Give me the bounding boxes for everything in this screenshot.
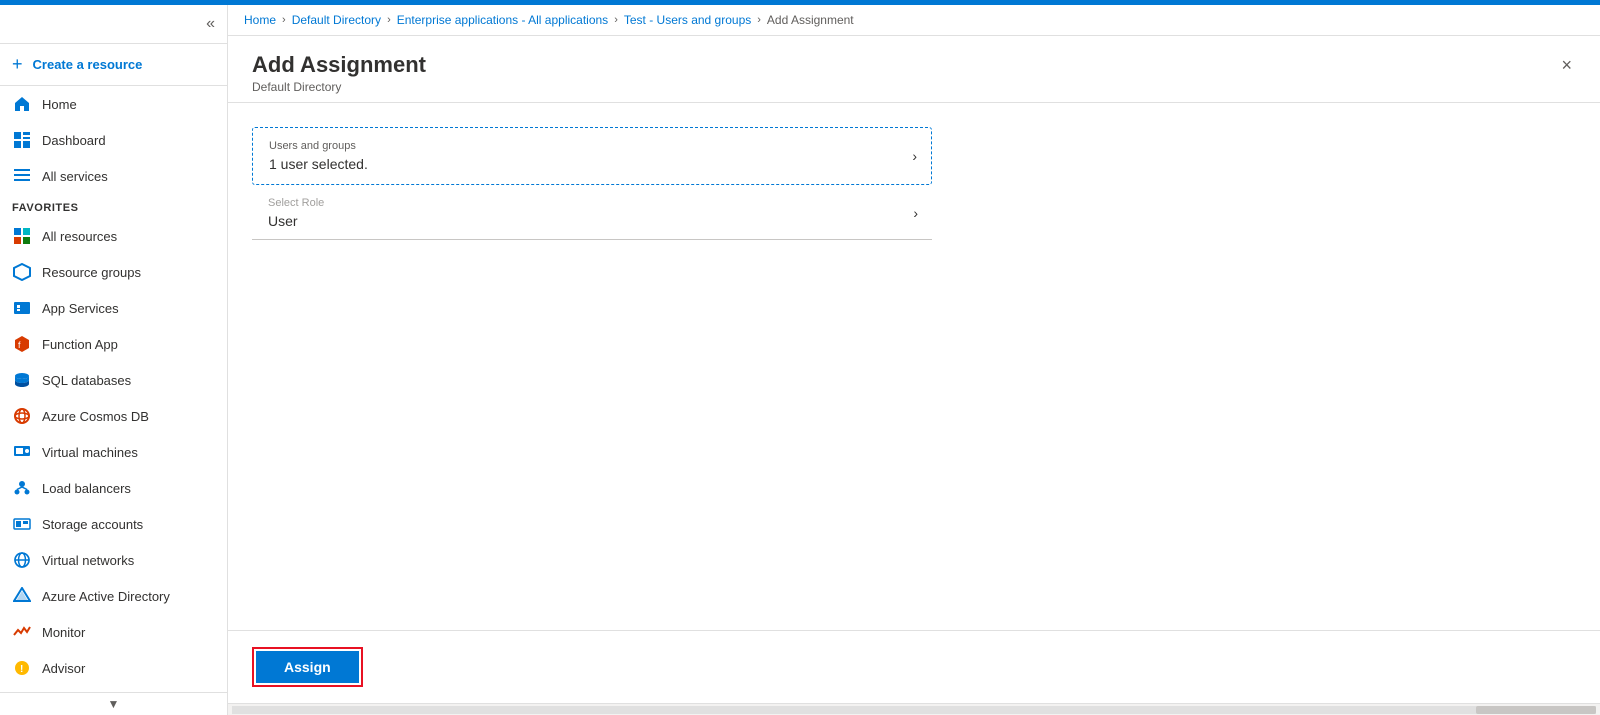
panel-title: Add Assignment	[252, 52, 426, 78]
panel-footer: Assign	[228, 630, 1600, 703]
users-and-groups-label: Users and groups	[269, 140, 891, 152]
select-role-label: Select Role	[268, 197, 892, 209]
all-resources-icon	[12, 226, 32, 246]
sidebar-dashboard-label: Dashboard	[42, 133, 106, 148]
assign-button-wrapper: Assign	[252, 647, 363, 687]
sidebar-item-storage-accounts[interactable]: Storage accounts	[0, 506, 227, 542]
breadcrumb: Home › Default Directory › Enterprise ap…	[228, 5, 1600, 36]
users-and-groups-box[interactable]: Users and groups 1 user selected. ›	[252, 127, 932, 185]
virtual-networks-icon	[12, 550, 32, 570]
breadcrumb-home[interactable]: Home	[244, 13, 276, 27]
monitor-icon	[12, 622, 32, 642]
sidebar-cosmos-db-label: Azure Cosmos DB	[42, 409, 149, 424]
cosmos-db-icon	[12, 406, 32, 426]
bottom-scroll-thumb	[1476, 706, 1596, 714]
sidebar-item-virtual-networks[interactable]: Virtual networks	[0, 542, 227, 578]
sidebar-virtual-networks-label: Virtual networks	[42, 553, 134, 568]
sidebar-item-monitor[interactable]: Monitor	[0, 614, 227, 650]
breadcrumb-test-users-groups[interactable]: Test - Users and groups	[624, 13, 751, 27]
svg-text:!: !	[20, 664, 23, 675]
sidebar-function-app-label: Function App	[42, 337, 118, 352]
create-resource-button[interactable]: + Create a resource	[0, 44, 227, 86]
sidebar-sql-databases-label: SQL databases	[42, 373, 131, 388]
breadcrumb-sep-2: ›	[387, 14, 391, 26]
function-app-icon: f	[12, 334, 32, 354]
main-content: Home › Default Directory › Enterprise ap…	[228, 5, 1600, 715]
create-resource-label: Create a resource	[33, 57, 143, 72]
users-and-groups-value: 1 user selected.	[269, 156, 891, 172]
azure-active-directory-icon	[12, 586, 32, 606]
sidebar-azure-active-directory-label: Azure Active Directory	[42, 589, 170, 604]
sidebar-item-load-balancers[interactable]: Load balancers	[0, 470, 227, 506]
dashboard-icon	[12, 130, 32, 150]
breadcrumb-add-assignment: Add Assignment	[767, 13, 854, 27]
home-icon	[12, 94, 32, 114]
sidebar-item-virtual-machines[interactable]: Virtual machines	[0, 434, 227, 470]
bottom-scroll-track	[232, 706, 1596, 714]
breadcrumb-sep-3: ›	[614, 14, 618, 26]
sidebar-advisor-label: Advisor	[42, 661, 85, 676]
breadcrumb-sep-4: ›	[757, 14, 761, 26]
add-assignment-panel: Add Assignment Default Directory × Users…	[228, 36, 1600, 703]
sidebar-item-sql-databases[interactable]: SQL databases	[0, 362, 227, 398]
app-services-icon	[12, 298, 32, 318]
sidebar-header: «	[0, 5, 227, 44]
sidebar-all-resources-label: All resources	[42, 229, 117, 244]
sidebar-content: + Create a resource Home Dashboard All	[0, 44, 227, 692]
sidebar-item-cosmos-db[interactable]: Azure Cosmos DB	[0, 398, 227, 434]
virtual-machines-icon	[12, 442, 32, 462]
sidebar-home-label: Home	[42, 97, 77, 112]
sidebar-item-home[interactable]: Home	[0, 86, 227, 122]
panel-header: Add Assignment Default Directory ×	[228, 36, 1600, 103]
breadcrumb-enterprise-apps[interactable]: Enterprise applications - All applicatio…	[397, 13, 608, 27]
sidebar-storage-accounts-label: Storage accounts	[42, 517, 143, 532]
select-role-value: User	[268, 213, 892, 229]
sidebar-item-all-resources[interactable]: All resources	[0, 218, 227, 254]
sidebar-all-services-label: All services	[42, 169, 108, 184]
bottom-scrollbar[interactable]	[228, 703, 1600, 715]
breadcrumb-sep-1: ›	[282, 14, 286, 26]
select-role-row[interactable]: Select Role User ›	[252, 187, 932, 240]
breadcrumb-default-directory[interactable]: Default Directory	[292, 13, 381, 27]
favorites-label: FAVORITES	[0, 194, 227, 218]
plus-icon: +	[12, 54, 23, 75]
advisor-icon: !	[12, 658, 32, 678]
sidebar: « + Create a resource Home Dashboard	[0, 5, 228, 715]
sidebar-virtual-machines-label: Virtual machines	[42, 445, 138, 460]
sidebar-item-function-app[interactable]: f Function App	[0, 326, 227, 362]
assign-button[interactable]: Assign	[256, 651, 359, 683]
sidebar-app-services-label: App Services	[42, 301, 119, 316]
panel-body: Users and groups 1 user selected. › Sele…	[228, 103, 1600, 630]
select-role-chevron-icon: ›	[913, 205, 918, 221]
sidebar-item-all-services[interactable]: All services	[0, 158, 227, 194]
sidebar-item-app-services[interactable]: App Services	[0, 290, 227, 326]
resource-groups-icon	[12, 262, 32, 282]
all-services-icon	[12, 166, 32, 186]
panel-subtitle: Default Directory	[252, 80, 426, 94]
sidebar-item-resource-groups[interactable]: Resource groups	[0, 254, 227, 290]
sidebar-load-balancers-label: Load balancers	[42, 481, 131, 496]
storage-accounts-icon	[12, 514, 32, 534]
users-groups-chevron-icon: ›	[912, 148, 917, 164]
sidebar-item-advisor[interactable]: ! Advisor	[0, 650, 227, 686]
sidebar-resource-groups-label: Resource groups	[42, 265, 141, 280]
sql-databases-icon	[12, 370, 32, 390]
sidebar-collapse-button[interactable]: «	[202, 11, 219, 37]
load-balancers-icon	[12, 478, 32, 498]
panel-close-button[interactable]: ×	[1557, 52, 1576, 78]
sidebar-item-dashboard[interactable]: Dashboard	[0, 122, 227, 158]
sidebar-scroll-down[interactable]: ▼	[0, 692, 227, 715]
sidebar-monitor-label: Monitor	[42, 625, 85, 640]
sidebar-item-azure-active-directory[interactable]: Azure Active Directory	[0, 578, 227, 614]
